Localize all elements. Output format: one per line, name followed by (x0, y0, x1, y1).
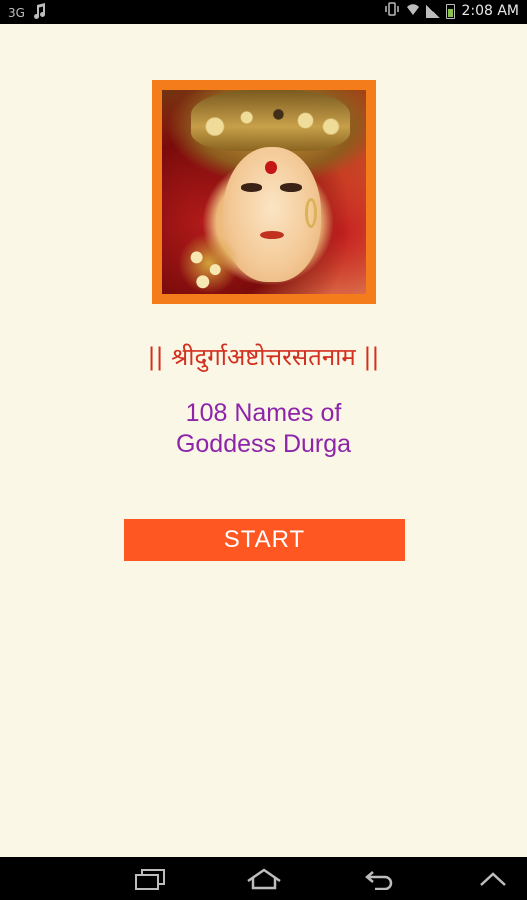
music-note-icon (33, 3, 47, 22)
bindi-detail (265, 160, 278, 175)
vibrate-icon (384, 2, 400, 20)
status-bar: 3G 2:08 AM (0, 0, 527, 24)
goddess-durga-image (162, 90, 366, 294)
crown-detail (190, 90, 350, 152)
english-title-line1: 108 Names of (185, 399, 342, 427)
status-time: 2:08 AM (461, 3, 519, 19)
recent-apps-icon (134, 868, 166, 890)
home-icon (246, 867, 282, 890)
sanskrit-title: || श्रीदुर्गाअष्टोत्तरसतनाम || (147, 343, 380, 371)
english-title-line2: Goddess Durga (175, 430, 352, 458)
back-icon (363, 868, 395, 890)
left-eye-detail (240, 183, 263, 192)
back-button[interactable] (349, 857, 409, 900)
right-eye-detail (279, 183, 302, 192)
menu-up-icon (479, 871, 507, 887)
status-right: 2:08 AM (384, 2, 519, 20)
menu-up-button[interactable] (463, 857, 523, 900)
home-button[interactable] (234, 857, 294, 900)
battery-icon (446, 3, 456, 19)
earring-detail (305, 198, 318, 228)
english-title: 108 Names of Goddess Durga (0, 398, 527, 460)
lips-detail (260, 230, 284, 239)
navigation-bar (0, 857, 527, 900)
status-left: 3G (8, 3, 47, 22)
wifi-icon (406, 2, 420, 20)
deity-image-frame (152, 80, 376, 304)
recent-apps-button[interactable] (120, 857, 180, 900)
signal-icon (426, 4, 441, 18)
start-button[interactable]: START (124, 519, 405, 561)
network-type-label: 3G (8, 5, 25, 20)
garland-detail (178, 232, 240, 294)
